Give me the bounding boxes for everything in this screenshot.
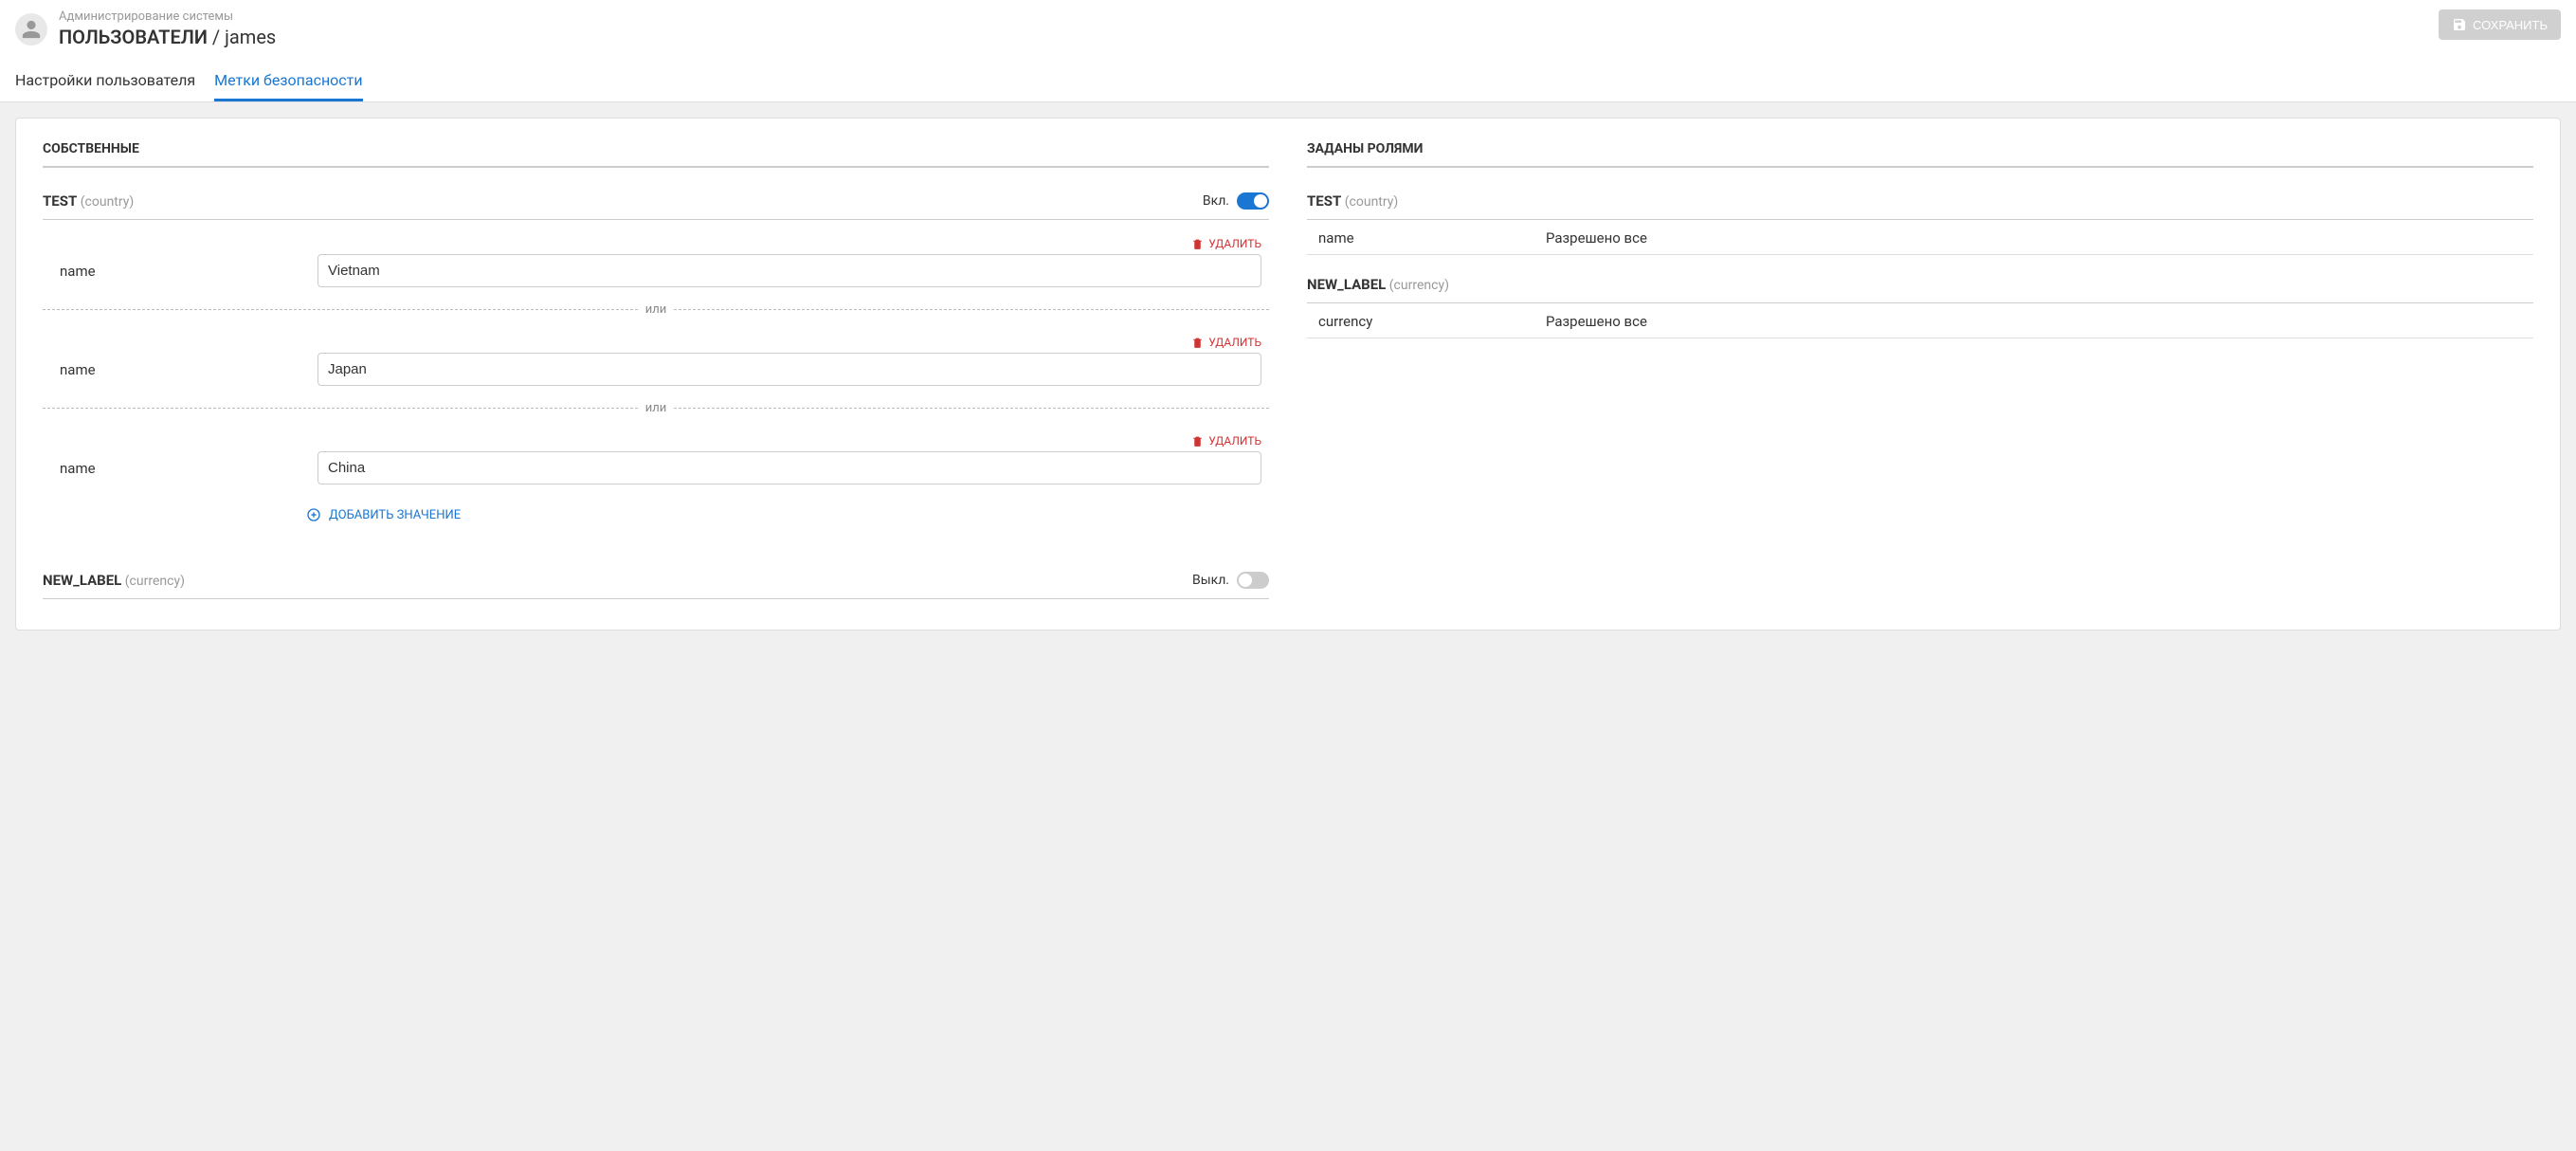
page-title: ПОЛЬЗОВАТЕЛИ / james <box>59 26 276 48</box>
roles-section-title: ЗАДАНЫ РОЛЯМИ <box>1307 141 2533 168</box>
roles-label-name: NEW_LABEL <box>1307 276 1386 293</box>
delete-value-button[interactable]: УДАЛИТЬ <box>1191 336 1261 349</box>
role-value: Разрешено все <box>1546 229 1647 247</box>
page-header: Администрирование системы ПОЛЬЗОВАТЕЛИ /… <box>0 0 2576 102</box>
own-label-type: (currency) <box>125 574 185 589</box>
value-input-1[interactable] <box>317 353 1261 386</box>
avatar <box>15 13 47 46</box>
role-key: name <box>1318 229 1546 247</box>
own-label-header-newlabel: NEW_LABEL (currency) Выкл. <box>43 564 1269 599</box>
tab-security-labels[interactable]: Метки безопасности <box>214 64 362 101</box>
own-label-type: (country) <box>81 194 135 210</box>
value-input-0[interactable] <box>317 254 1261 287</box>
toggle-label: Выкл. <box>1192 573 1229 588</box>
save-button[interactable]: СОХРАНИТЬ <box>2439 9 2561 40</box>
roles-column: ЗАДАНЫ РОЛЯМИ TEST (country) name Разреш… <box>1307 141 2533 607</box>
or-divider: или <box>43 302 1269 317</box>
roles-label-type: (currency) <box>1389 278 1449 293</box>
field-label: name <box>60 460 306 477</box>
toggle-test[interactable] <box>1237 192 1269 210</box>
field-label: name <box>60 361 306 378</box>
tab-user-settings[interactable]: Настройки пользователя <box>15 64 195 101</box>
own-section-title: СОБСТВЕННЫЕ <box>43 141 1269 168</box>
user-icon <box>21 19 42 40</box>
toggle-label: Вкл. <box>1203 193 1229 209</box>
role-value: Разрешено все <box>1546 313 1647 330</box>
roles-label-header-test: TEST (country) <box>1307 185 2533 220</box>
role-row: currency Разрешено все <box>1307 303 2533 338</box>
roles-label-type: (country) <box>1345 194 1399 210</box>
save-icon <box>2452 17 2467 32</box>
or-divider: или <box>43 401 1269 415</box>
role-row: name Разрешено все <box>1307 220 2533 255</box>
trash-icon <box>1191 435 1204 448</box>
field-label: name <box>60 263 306 280</box>
trash-icon <box>1191 238 1204 250</box>
own-label-name: NEW_LABEL <box>43 572 121 589</box>
trash-icon <box>1191 337 1204 349</box>
roles-label-header-newlabel: NEW_LABEL (currency) <box>1307 268 2533 303</box>
role-key: currency <box>1318 313 1546 330</box>
value-input-2[interactable] <box>317 451 1261 484</box>
delete-value-button[interactable]: УДАЛИТЬ <box>1191 434 1261 448</box>
plus-circle-icon <box>306 507 321 522</box>
value-block-0: УДАЛИТЬ name <box>43 228 1269 293</box>
add-value-button[interactable]: ДОБАВИТЬ ЗНАЧЕНИЕ <box>306 507 461 522</box>
tabs: Настройки пользователя Метки безопасност… <box>15 64 2561 101</box>
value-block-2: УДАЛИТЬ name <box>43 425 1269 490</box>
own-column: СОБСТВЕННЫЕ TEST (country) Вкл. УДАЛИТЬ … <box>43 141 1269 607</box>
content: СОБСТВЕННЫЕ TEST (country) Вкл. УДАЛИТЬ … <box>15 118 2561 630</box>
own-label-name: TEST <box>43 192 77 210</box>
delete-value-button[interactable]: УДАЛИТЬ <box>1191 237 1261 250</box>
own-label-header-test: TEST (country) Вкл. <box>43 185 1269 220</box>
toggle-newlabel[interactable] <box>1237 572 1269 589</box>
roles-label-name: TEST <box>1307 192 1341 210</box>
breadcrumb: Администрирование системы <box>59 9 276 24</box>
value-block-1: УДАЛИТЬ name <box>43 326 1269 392</box>
